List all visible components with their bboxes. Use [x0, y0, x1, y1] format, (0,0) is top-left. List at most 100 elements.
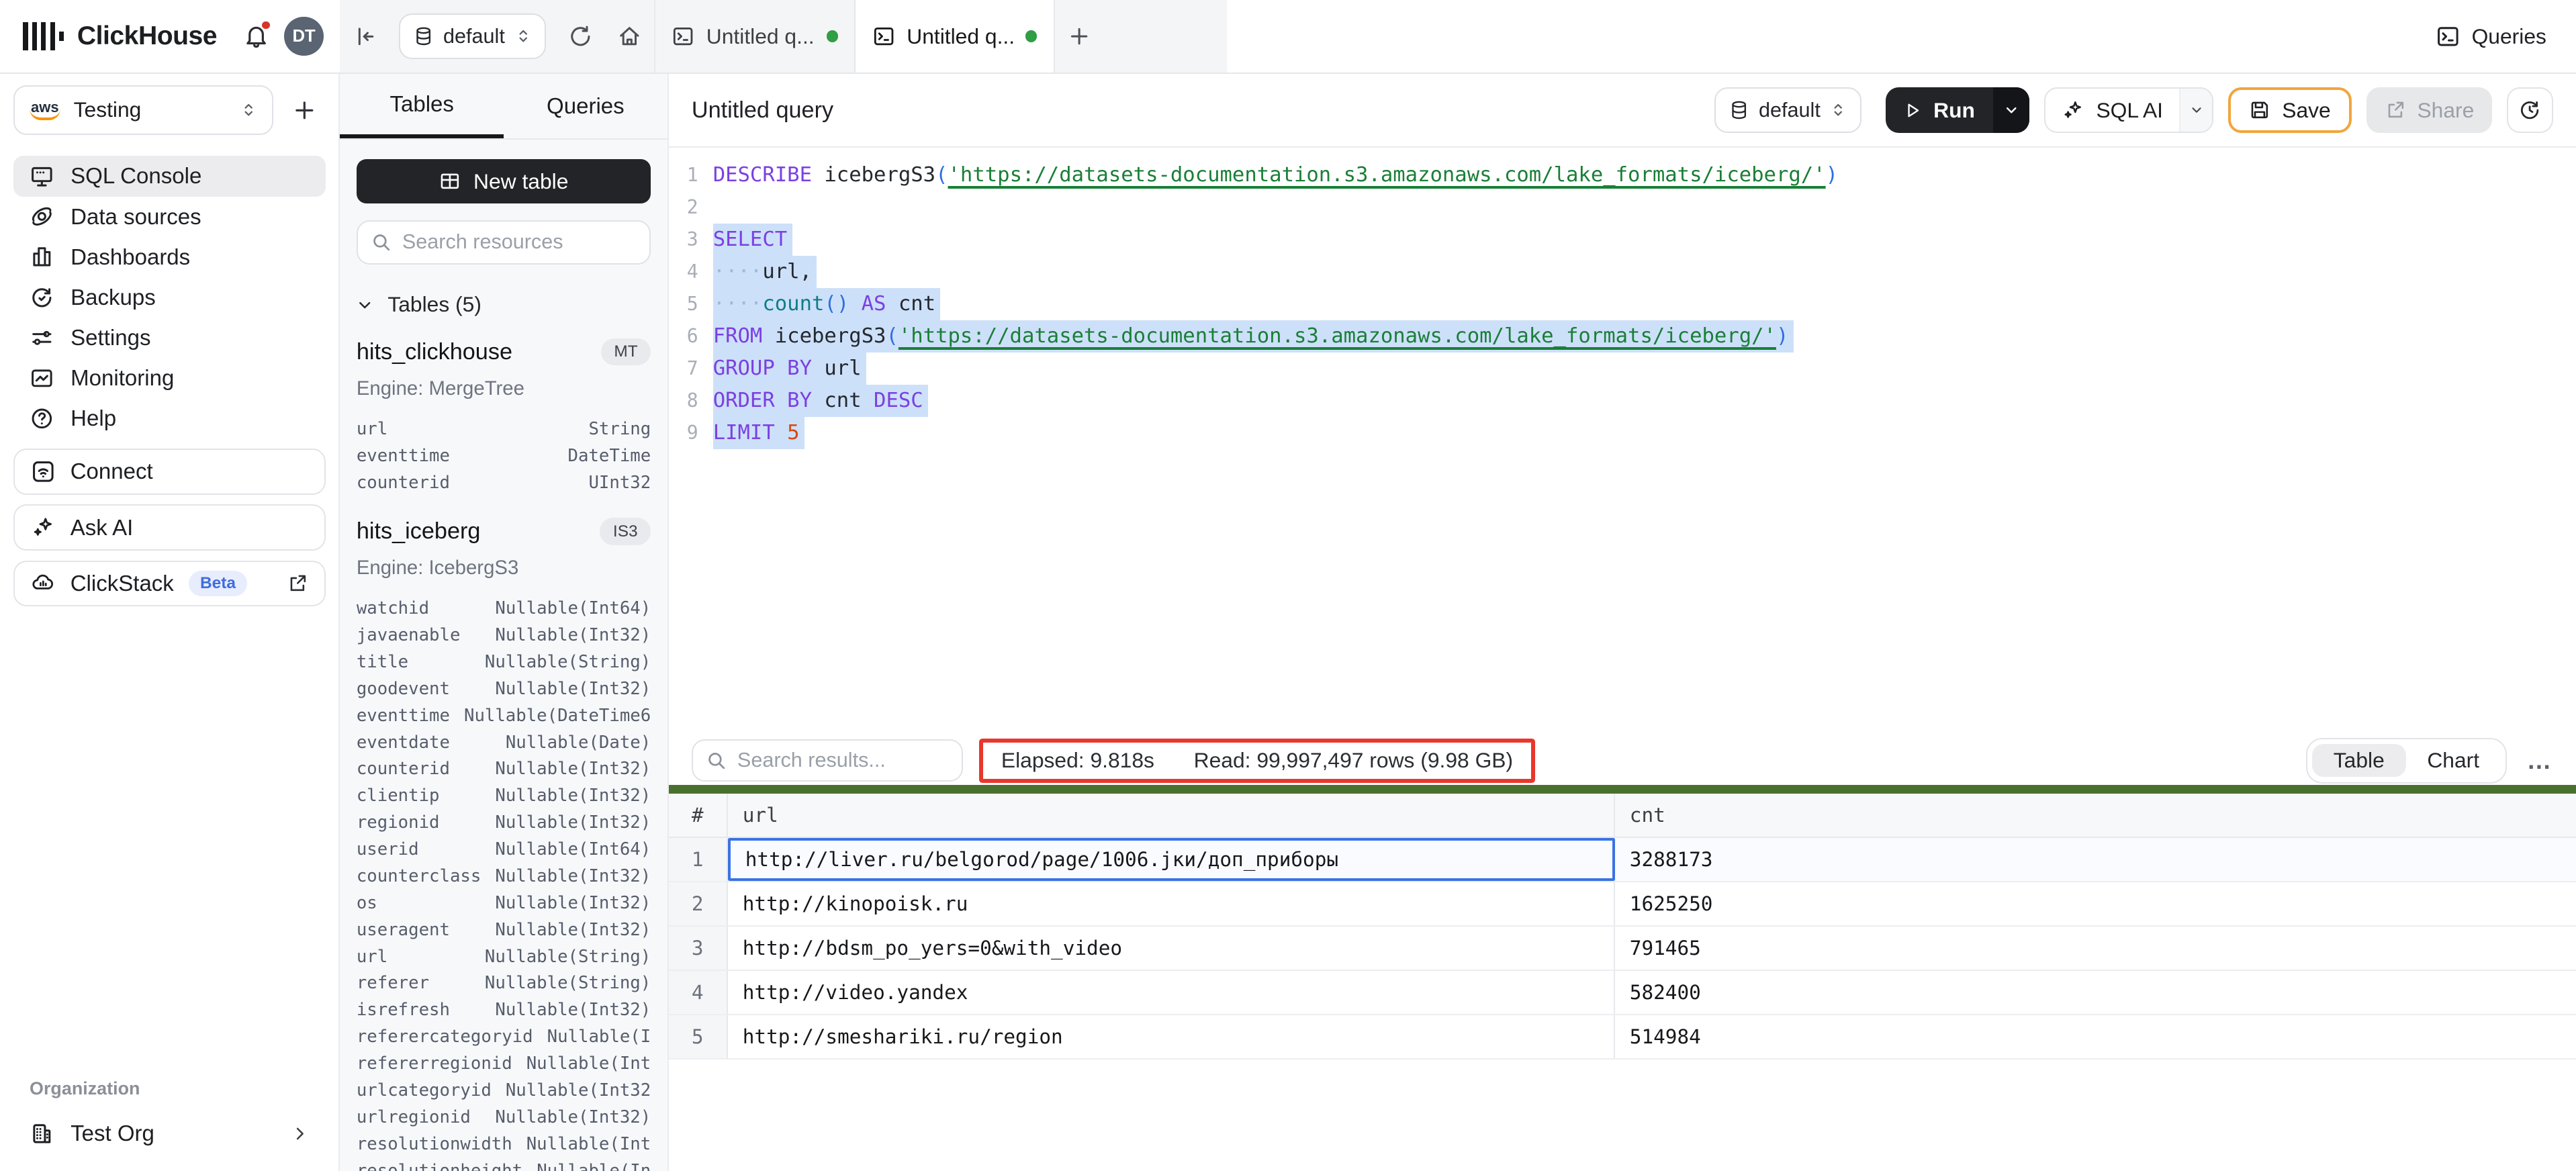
- toggle-table[interactable]: Table: [2312, 744, 2406, 777]
- results-table: # url cnt 1 http://liver.ru/belgorod/pag…: [669, 794, 2576, 1171]
- run-dropdown-button[interactable]: [1993, 87, 2029, 133]
- ask-ai-button[interactable]: Ask AI: [13, 504, 326, 550]
- top-bar: ClickHouse DT default: [0, 0, 2576, 74]
- brand-name: ClickHouse: [77, 21, 217, 51]
- sql-ai-button[interactable]: SQL AI: [2044, 87, 2214, 133]
- search-resources-box[interactable]: [357, 220, 651, 265]
- search-results-box[interactable]: [692, 739, 963, 782]
- column-row: regionidNullable(Int32): [357, 810, 651, 837]
- new-table-button[interactable]: New table: [357, 159, 651, 203]
- wifi-icon: [31, 459, 56, 484]
- column-header-cnt[interactable]: cnt: [1615, 794, 2576, 837]
- url-cell: http://smeshariki.ru/region: [728, 1015, 1615, 1058]
- tab-label: Untitled q...: [907, 24, 1014, 49]
- home-icon[interactable]: [605, 13, 654, 59]
- query-history-button[interactable]: [2507, 87, 2552, 133]
- console-monitor-icon: [30, 164, 54, 189]
- results-toolbar: Elapsed: 9.818s Read: 99,997,497 rows (9…: [669, 736, 2576, 785]
- search-resources-input[interactable]: [402, 230, 637, 254]
- tab-strip: default Untitled q...: [340, 0, 1227, 73]
- table-grid-icon: [439, 171, 461, 192]
- save-label: Save: [2282, 98, 2330, 123]
- table-row[interactable]: 3 http://bdsm_po_yers=0&with_video 79146…: [669, 927, 2576, 971]
- column-row: counteridNullable(Int32): [357, 756, 651, 783]
- sidebar-item-data-sources[interactable]: Data sources: [13, 197, 326, 237]
- sidebar-item-sql-console[interactable]: SQL Console: [13, 156, 326, 196]
- table-row[interactable]: 1 http://liver.ru/belgorod/page/1006.jки…: [669, 838, 2576, 882]
- save-floppy-icon: [2249, 99, 2270, 121]
- search-icon: [706, 750, 727, 771]
- column-row: referercategoryidNullable(I: [357, 1024, 651, 1051]
- database-icon: [1729, 99, 1749, 121]
- column-row: urlcategoryidNullable(Int32: [357, 1078, 651, 1105]
- sql-editor[interactable]: 1DESCRIBE icebergS3('https://datasets-do…: [669, 148, 2576, 736]
- sql-ai-label: SQL AI: [2096, 98, 2163, 123]
- table-row[interactable]: 5 http://smeshariki.ru/region 514984: [669, 1015, 2576, 1060]
- sidebar-item-help[interactable]: Help: [13, 398, 326, 438]
- tables-section-header[interactable]: Tables (5): [357, 292, 651, 317]
- connect-label: Connect: [71, 459, 153, 484]
- toggle-chart[interactable]: Chart: [2406, 744, 2501, 777]
- sliders-icon: [30, 326, 54, 350]
- avatar[interactable]: DT: [284, 17, 324, 56]
- database-icon: [414, 26, 433, 47]
- sidebar-item-label: Backups: [71, 285, 156, 310]
- table-item-hits-clickhouse[interactable]: hits_clickhouse MT Engine: MergeTree url…: [340, 317, 667, 496]
- column-header-index[interactable]: #: [669, 794, 728, 837]
- queries-button[interactable]: Queries: [2436, 24, 2546, 49]
- notifications-bell-icon[interactable]: [243, 23, 269, 49]
- search-results-input[interactable]: [737, 749, 948, 772]
- editor-pane: Untitled query default: [669, 74, 2576, 1171]
- editor-database-selector[interactable]: default: [1714, 87, 1861, 133]
- table-row[interactable]: 2 http://kinopoisk.ru 1625250: [669, 882, 2576, 927]
- column-header-url[interactable]: url: [728, 794, 1615, 837]
- sparkles-icon: [2062, 99, 2084, 122]
- sidebar: aws Testing SQL Console: [0, 74, 340, 1171]
- add-service-plus-icon[interactable]: [283, 89, 326, 132]
- column-row: javaenableNullable(Int32): [357, 622, 651, 649]
- connect-button[interactable]: Connect: [13, 449, 326, 494]
- database-selector[interactable]: default: [399, 13, 545, 59]
- cnt-cell: 582400: [1615, 971, 2576, 1014]
- column-row: counterclassNullable(Int32): [357, 863, 651, 890]
- collapse-sidebar-icon[interactable]: [340, 13, 389, 59]
- orbit-icon: [30, 204, 54, 229]
- column-row: refererregionidNullable(Int: [357, 1051, 651, 1078]
- service-selector[interactable]: aws Testing: [13, 85, 273, 134]
- unsaved-dot: [1025, 30, 1037, 42]
- sidebar-item-dashboards[interactable]: Dashboards: [13, 237, 326, 277]
- column-row: titleNullable(String): [357, 649, 651, 676]
- table-item-hits-iceberg[interactable]: hits_iceberg IS3 Engine: IcebergS3 watch…: [340, 497, 667, 1171]
- query-title[interactable]: Untitled query: [692, 97, 833, 124]
- refresh-icon[interactable]: [555, 13, 604, 59]
- sidebar-item-backups[interactable]: Backups: [13, 277, 326, 318]
- tab-queries[interactable]: Queries: [504, 74, 668, 138]
- sidebar-item-settings[interactable]: Settings: [13, 318, 326, 358]
- new-tab-plus-icon[interactable]: [1055, 13, 1104, 59]
- query-tab-2[interactable]: Untitled q...: [854, 0, 1054, 73]
- run-button[interactable]: Run: [1886, 87, 2029, 133]
- table-row[interactable]: 4 http://video.yandex 582400: [669, 971, 2576, 1015]
- view-toggle: Table Chart: [2306, 738, 2508, 784]
- resize-handle[interactable]: [669, 785, 2576, 793]
- cnt-cell: 1625250: [1615, 882, 2576, 925]
- help-circle-icon: [30, 406, 54, 431]
- more-options-button[interactable]: …: [2527, 747, 2553, 775]
- resources-panel: Tables Queries New table Tables (5): [340, 74, 668, 1171]
- column-row: osNullable(Int32): [357, 890, 651, 917]
- clickstack-button[interactable]: ClickStack Beta: [13, 561, 326, 606]
- row-index: 1: [669, 838, 728, 881]
- sql-ai-dropdown-button[interactable]: [2179, 89, 2212, 132]
- engine-label: Engine: MergeTree: [357, 377, 651, 400]
- share-icon: [2385, 99, 2406, 121]
- url-cell: http://bdsm_po_yers=0&with_video: [728, 927, 1615, 970]
- row-index: 2: [669, 882, 728, 925]
- bar-chart-icon: [30, 244, 54, 269]
- tab-tables[interactable]: Tables: [340, 74, 504, 138]
- save-button[interactable]: Save: [2228, 87, 2351, 133]
- organization-label: Organization: [13, 1078, 326, 1099]
- chevron-updown-icon: [515, 26, 531, 46]
- org-menu-item[interactable]: Test Org: [13, 1112, 326, 1155]
- sidebar-item-monitoring[interactable]: Monitoring: [13, 358, 326, 398]
- query-tab-1[interactable]: Untitled q...: [654, 0, 854, 73]
